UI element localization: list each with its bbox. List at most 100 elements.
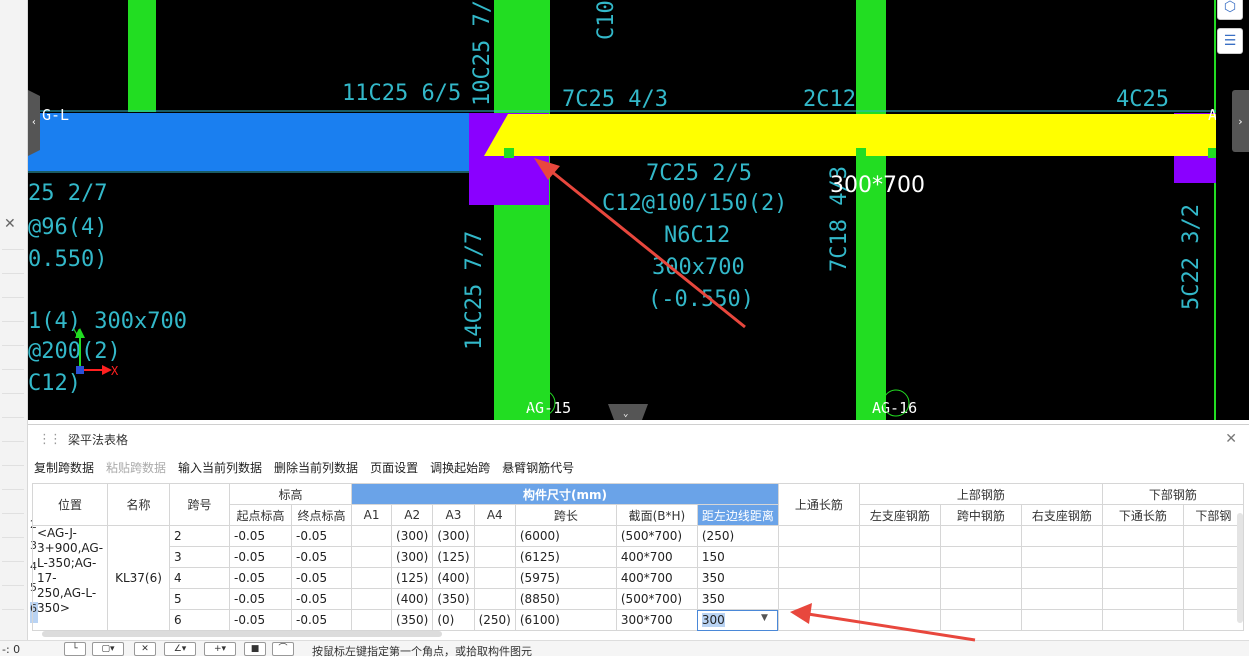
left-distance-value[interactable]: 300 (701, 613, 725, 627)
empty-cell[interactable] (1020, 546, 1103, 568)
empty-cell[interactable] (777, 609, 860, 631)
cad-drawing-canvas[interactable]: ‹ ⌄ 11C25 6/5 10C25 7/3 C10 7C25 4/3 2C1… (28, 0, 1216, 420)
section-cell[interactable]: 400*700 (615, 567, 698, 589)
horizontal-scrollbar[interactable] (42, 631, 442, 637)
beam-yellow-selected[interactable] (484, 114, 1216, 156)
left-distance-cell[interactable]: 350 (696, 588, 779, 610)
span-cell[interactable]: 5 (169, 588, 231, 610)
a3-cell[interactable]: (350) (432, 588, 475, 610)
empty-cell[interactable] (777, 567, 860, 589)
left-strip-item[interactable] (2, 404, 24, 418)
beam-name-cell[interactable]: KL37(6) (107, 525, 171, 631)
end-elev-cell[interactable]: -0.05 (291, 525, 353, 547)
section-cell[interactable]: 300*700 (615, 609, 698, 631)
end-elev-cell[interactable]: -0.05 (291, 567, 353, 589)
empty-cell[interactable] (1020, 588, 1103, 610)
table-row[interactable]: 4 -0.05 -0.05 (125) (400) (5975) 400*700… (33, 567, 1244, 589)
page-setup-button[interactable]: 页面设置 (370, 459, 418, 476)
empty-cell[interactable] (1020, 567, 1103, 589)
empty-cell[interactable] (858, 588, 941, 610)
start-elev-cell[interactable]: -0.05 (229, 609, 293, 631)
left-strip-item[interactable] (2, 284, 24, 298)
empty-cell[interactable] (777, 588, 860, 610)
left-strip-item[interactable] (2, 500, 24, 514)
empty-cell[interactable] (1182, 525, 1244, 547)
left-strip-item[interactable] (2, 524, 24, 538)
snap-cross-icon[interactable]: ✕ (134, 642, 156, 656)
a4-cell[interactable] (473, 567, 516, 589)
snap-arc-icon[interactable]: ⌒ (272, 642, 294, 656)
input-column-button[interactable]: 输入当前列数据 (178, 459, 262, 476)
copy-span-button[interactable]: 复制跨数据 (34, 459, 94, 476)
a4-cell[interactable] (473, 546, 516, 568)
left-strip-item[interactable] (2, 596, 24, 610)
table-row[interactable]: 3 -0.05 -0.05 (300) (125) (6125) 400*700… (33, 546, 1244, 568)
end-elev-cell[interactable]: -0.05 (291, 546, 353, 568)
snap-line-icon[interactable]: └ (64, 642, 86, 656)
view-cube-icon[interactable]: ⬡ (1217, 0, 1243, 20)
span-length-cell[interactable]: (6100) (514, 609, 617, 631)
span-length-cell[interactable]: (8850) (514, 588, 617, 610)
span-length-cell[interactable]: (5975) (514, 567, 617, 589)
empty-cell[interactable] (1101, 546, 1184, 568)
snap-rect-icon[interactable]: ▢▾ (92, 642, 124, 656)
grip-point[interactable] (1208, 148, 1216, 158)
a2-cell[interactable]: (125) (391, 567, 434, 589)
empty-cell[interactable] (1101, 525, 1184, 547)
left-strip-item[interactable] (2, 260, 24, 274)
empty-cell[interactable] (777, 546, 860, 568)
section-cell[interactable]: 400*700 (615, 546, 698, 568)
empty-cell[interactable] (1182, 546, 1244, 568)
snap-square-icon[interactable]: ■ (244, 642, 266, 656)
span-cell[interactable]: 2 (169, 525, 231, 547)
left-distance-cell[interactable]: (250) (696, 525, 779, 547)
span-cell[interactable]: 4 (169, 567, 231, 589)
empty-cell[interactable] (939, 567, 1022, 589)
a2-cell[interactable]: (300) (391, 525, 434, 547)
left-strip-item[interactable] (2, 452, 24, 466)
a3-cell[interactable]: (125) (432, 546, 475, 568)
section-cell[interactable]: (500*700) (615, 525, 698, 547)
table-row[interactable]: 6 -0.05 -0.05 (350) (0) (250) (6100) 300… (33, 609, 1244, 631)
empty-cell[interactable] (777, 525, 860, 547)
section-cell[interactable]: (500*700) (615, 588, 698, 610)
column-green[interactable] (128, 0, 156, 112)
position-cell[interactable]: <AG-J-3+900,AG-L-350;AG-17-250,AG-L-350> (31, 525, 109, 631)
empty-cell[interactable] (1182, 588, 1244, 610)
close-icon[interactable]: ✕ (1225, 431, 1237, 447)
empty-cell[interactable] (1101, 567, 1184, 589)
empty-cell[interactable] (858, 609, 941, 631)
a3-cell[interactable]: (400) (432, 567, 475, 589)
span-length-cell[interactable]: (6000) (514, 525, 617, 547)
grip-point[interactable] (504, 148, 514, 158)
left-strip-item[interactable] (2, 572, 24, 586)
a4-cell[interactable]: (250) (473, 609, 516, 631)
snap-angle-icon[interactable]: ∠▾ (164, 642, 196, 656)
end-elev-cell[interactable]: -0.05 (291, 609, 353, 631)
span-cell[interactable]: 6 (169, 609, 231, 631)
delete-column-button[interactable]: 删除当前列数据 (274, 459, 358, 476)
left-strip-item[interactable] (2, 236, 24, 250)
start-elev-cell[interactable]: -0.05 (229, 525, 293, 547)
span-cell[interactable]: 3 (169, 546, 231, 568)
empty-cell[interactable] (858, 567, 941, 589)
left-strip-item[interactable] (2, 308, 24, 322)
cantilever-code-button[interactable]: 悬臂钢筋代号 (502, 459, 574, 476)
start-elev-cell[interactable]: -0.05 (229, 588, 293, 610)
empty-cell[interactable] (1182, 567, 1244, 589)
left-strip-item[interactable] (2, 548, 24, 562)
empty-cell[interactable] (1020, 609, 1103, 631)
a4-cell[interactable] (473, 525, 516, 547)
swap-start-span-button[interactable]: 调换起始跨 (430, 459, 490, 476)
a3-cell[interactable]: (0) (432, 609, 475, 631)
a2-cell[interactable]: (300) (391, 546, 434, 568)
empty-cell[interactable] (939, 588, 1022, 610)
a4-cell[interactable] (473, 588, 516, 610)
canvas-right-nav-tab[interactable]: › (1232, 90, 1249, 152)
a1-cell[interactable] (351, 546, 393, 568)
empty-cell[interactable] (1101, 588, 1184, 610)
end-elev-cell[interactable]: -0.05 (291, 588, 353, 610)
start-elev-cell[interactable]: -0.05 (229, 567, 293, 589)
table-row[interactable]: 5 -0.05 -0.05 (400) (350) (8850) (500*70… (33, 588, 1244, 610)
start-elev-cell[interactable]: -0.05 (229, 546, 293, 568)
